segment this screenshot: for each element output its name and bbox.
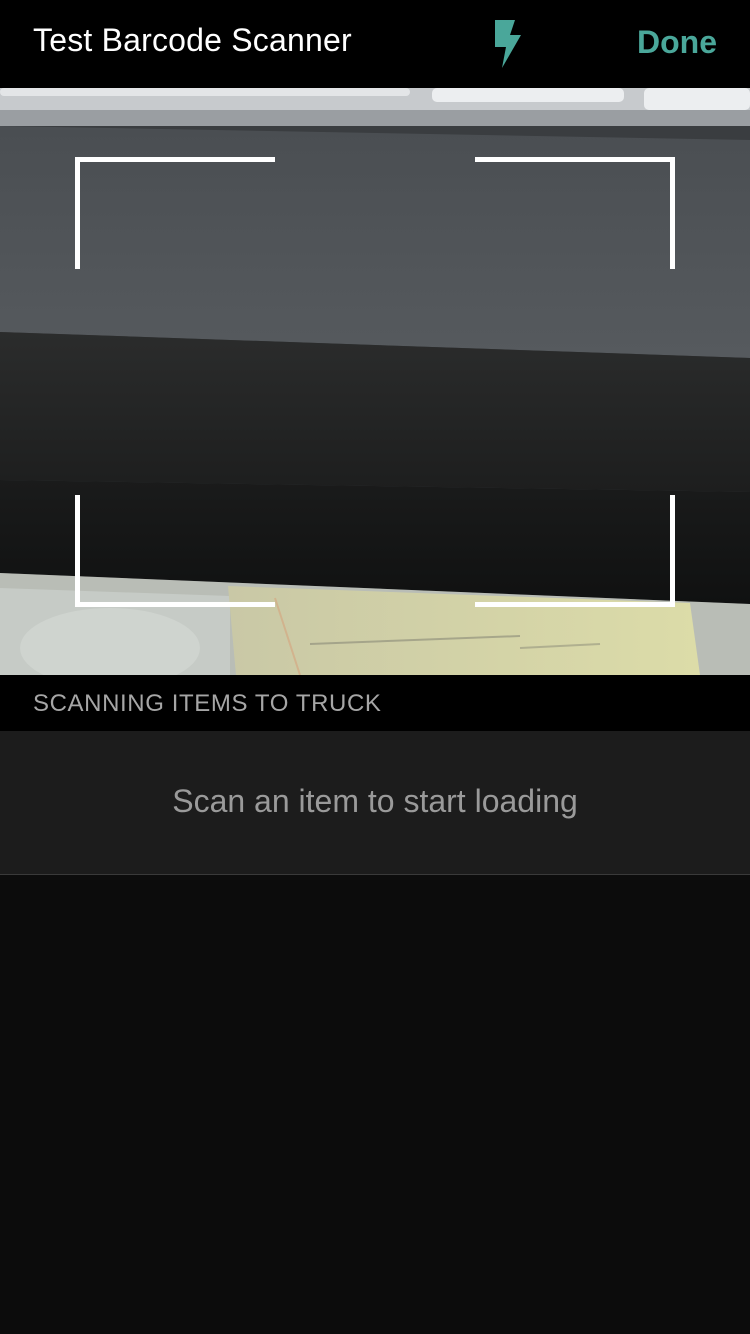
viewfinder-corner-bottom-left — [75, 495, 275, 607]
section-header: SCANNING ITEMS TO TRUCK — [0, 675, 750, 731]
empty-state-cell: Scan an item to start loading — [0, 731, 750, 875]
viewfinder-corner-bottom-right — [475, 495, 675, 607]
viewfinder-corner-top-left — [75, 157, 275, 269]
camera-preview[interactable] — [0, 88, 750, 675]
flash-icon — [495, 20, 521, 68]
section-header-label: SCANNING ITEMS TO TRUCK — [33, 690, 382, 717]
viewfinder-corner-top-right — [475, 157, 675, 269]
done-button[interactable]: Done — [637, 24, 717, 61]
barcode-scanner-screen: Test Barcode Scanner Done SCANNING ITEMS… — [0, 0, 750, 1334]
nav-title: Test Barcode Scanner — [33, 22, 352, 58]
flash-toggle-button[interactable] — [488, 18, 528, 70]
empty-state-message: Scan an item to start loading — [172, 783, 578, 819]
navigation-bar: Test Barcode Scanner Done — [0, 0, 750, 88]
